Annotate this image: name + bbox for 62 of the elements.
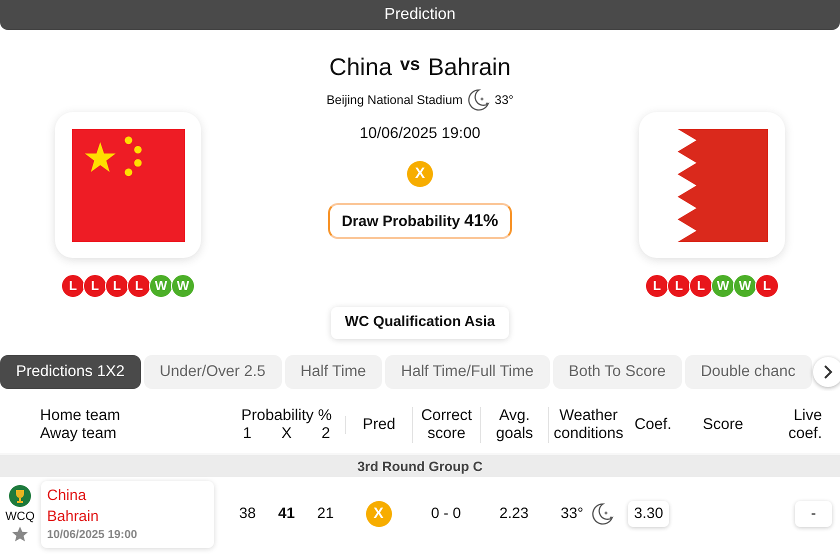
prediction-badge: X xyxy=(406,161,433,188)
form-result: L xyxy=(754,274,779,298)
average-goals: 2.23 xyxy=(499,504,529,522)
moon-icon xyxy=(466,88,491,112)
competition-label: WC Qualification Asia xyxy=(330,306,510,338)
live-coefficient: - xyxy=(795,500,832,528)
tab[interactable]: Half Time/Full Time xyxy=(385,354,550,388)
tab[interactable]: Double chanc xyxy=(684,354,812,388)
column-header: Correct score xyxy=(420,406,473,442)
probability-value: 21 xyxy=(317,504,334,524)
prediction-badge: X xyxy=(366,501,392,528)
form-result: L xyxy=(644,274,669,298)
league-code: WCQ xyxy=(5,508,35,526)
away-team-name: Bahrain xyxy=(428,53,511,83)
form-result: W xyxy=(171,274,195,298)
form-result: W xyxy=(149,274,173,298)
column-header: Avg. goals xyxy=(494,406,534,442)
form-result: W xyxy=(710,274,735,298)
coefficient-value: 3.30 xyxy=(628,500,670,528)
column-header: Weather conditions xyxy=(552,406,624,442)
match-datetime: 10/06/2025 19:00 xyxy=(47,528,138,542)
column-subheader: 2 xyxy=(321,424,330,442)
flag-icon xyxy=(72,128,184,242)
correct-score: 0 - 0 xyxy=(430,504,461,522)
column-header: Probability % xyxy=(240,406,333,424)
match-card[interactable]: China Bahrain 10/06/2025 19:00 xyxy=(41,480,214,548)
trophy-icon xyxy=(9,485,31,508)
column-header: Pred xyxy=(362,416,396,434)
tab[interactable]: Predictions 1X2 xyxy=(0,354,141,388)
column-subheader: 1 xyxy=(242,424,252,442)
page-title: Prediction xyxy=(384,6,456,23)
chevron-right-icon xyxy=(823,364,833,378)
venue-name: Beijing National Stadium xyxy=(326,92,463,109)
probability-value: 38 xyxy=(239,504,256,524)
form-result: L xyxy=(127,274,151,298)
column-header: Score xyxy=(702,416,744,434)
tab[interactable]: Under/Over 2.5 xyxy=(144,354,282,388)
probability-value: 41 xyxy=(278,504,295,524)
column-subheader: X xyxy=(281,424,292,442)
form-result: W xyxy=(732,274,757,298)
versus-label: vs xyxy=(400,53,420,76)
draw-probability: Draw Probability 41% xyxy=(328,203,512,239)
form-result: L xyxy=(688,274,713,298)
away-team: Bahrain xyxy=(47,506,100,526)
column-header: Coef. xyxy=(633,416,673,434)
moon-icon xyxy=(591,502,616,526)
star-icon xyxy=(11,525,29,544)
temperature: 33° xyxy=(560,504,584,524)
match-datetime: 10/06/2025 19:00 xyxy=(360,124,480,144)
form-result: L xyxy=(666,274,691,298)
form-result: L xyxy=(61,274,85,298)
form-result: L xyxy=(105,274,129,298)
tab[interactable]: Both To Score xyxy=(552,354,682,388)
tab[interactable]: Half Time xyxy=(284,354,382,388)
form-result: L xyxy=(83,274,107,298)
home-team-name: China xyxy=(329,53,392,83)
home-team: China xyxy=(47,486,88,506)
column-header: Live coef. xyxy=(787,406,822,442)
column-header: Home team Away team xyxy=(40,406,122,442)
scroll-right-button[interactable] xyxy=(813,356,840,386)
temperature: 33° xyxy=(494,92,514,109)
group-header: 3rd Round Group C xyxy=(0,452,840,476)
